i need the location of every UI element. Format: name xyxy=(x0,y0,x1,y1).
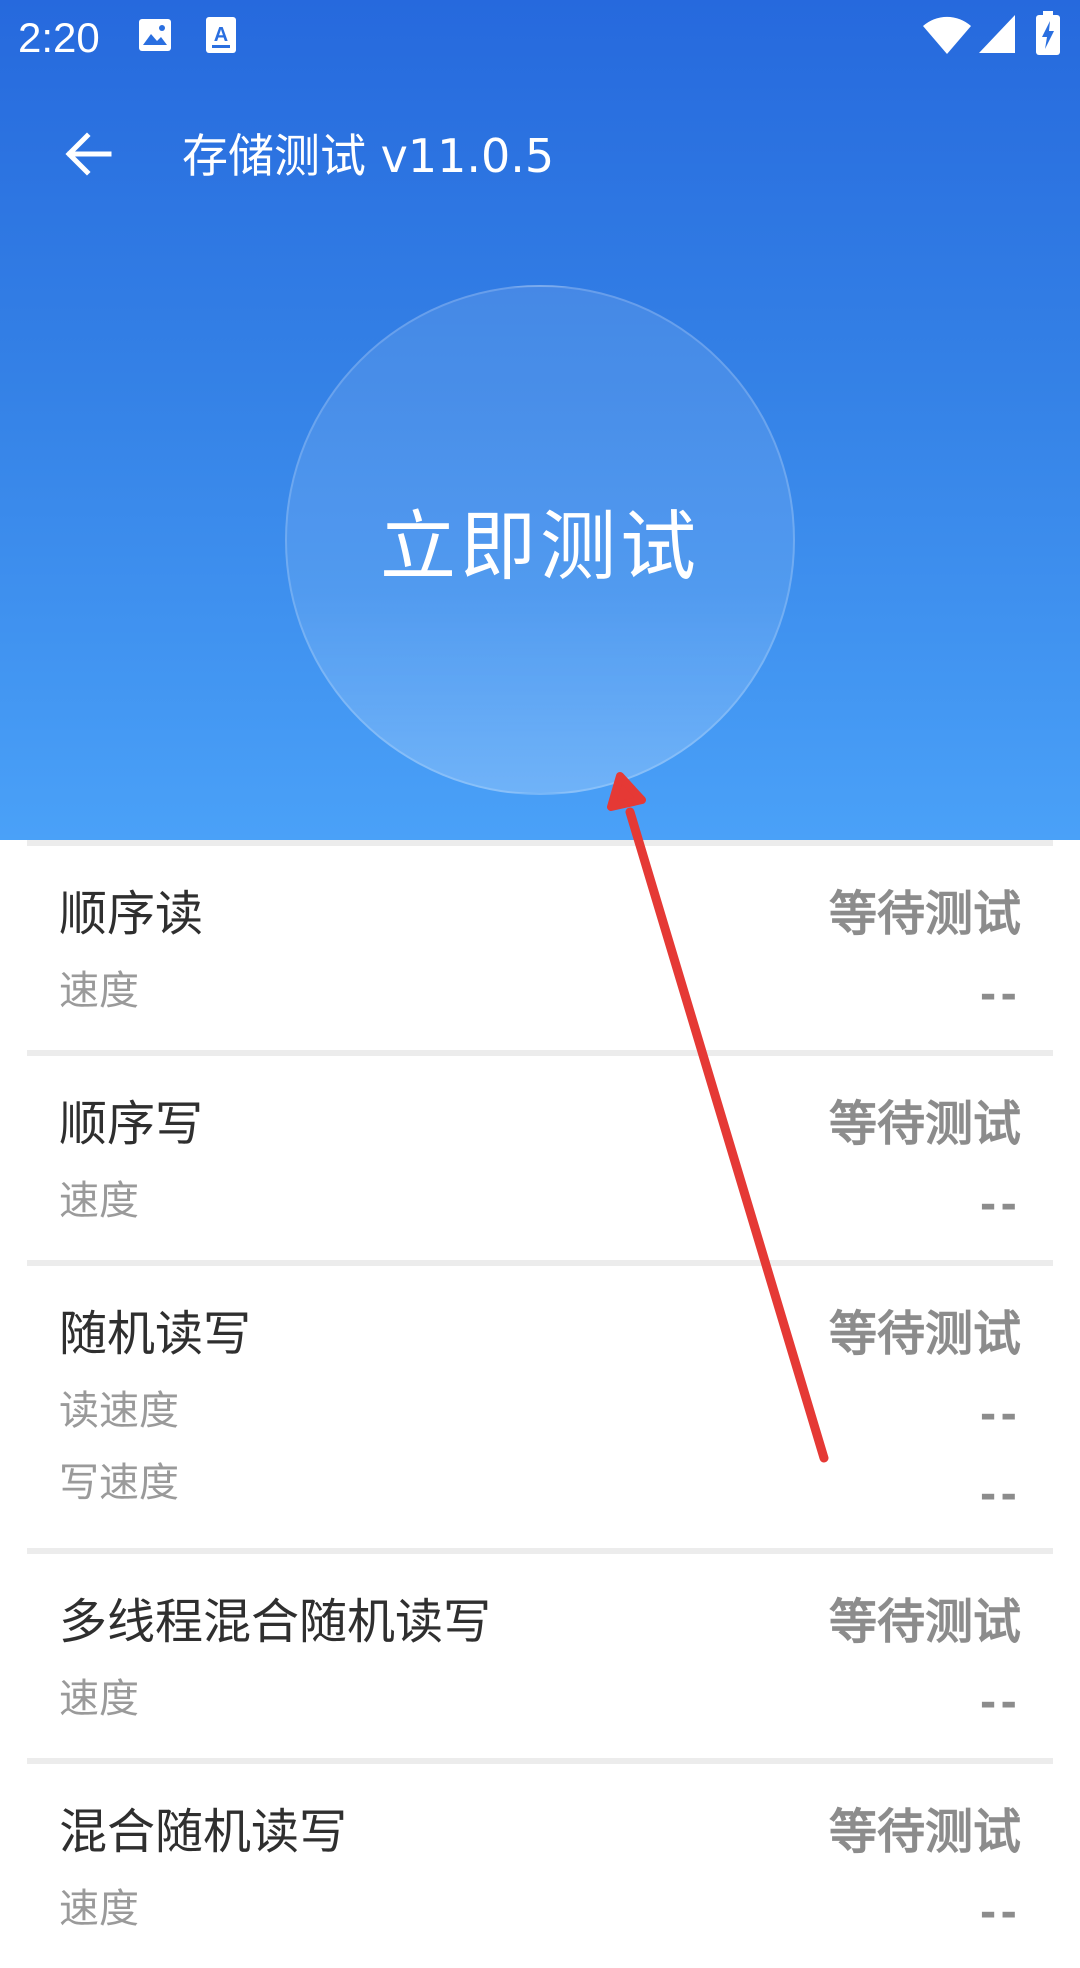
metric-value: -- xyxy=(979,1472,1021,1518)
test-status: 等待测试 xyxy=(828,886,1021,942)
test-status: 等待测试 xyxy=(828,1804,1021,1860)
test-item-mixed-random-rw[interactable]: 混合随机读写 等待测试 速度 -- xyxy=(27,1764,1053,1968)
metric-label: 速度 xyxy=(59,968,139,1014)
image-icon xyxy=(138,18,172,56)
back-button[interactable] xyxy=(48,116,128,196)
header-background: 2:20 A 存储测试 v11.0.5 立即测试 xyxy=(0,0,1080,840)
test-item-sequential-write[interactable]: 顺序写 等待测试 速度 -- xyxy=(27,1056,1053,1260)
test-status: 等待测试 xyxy=(828,1306,1021,1362)
start-test-label: 立即测试 xyxy=(380,502,700,591)
toolbar: 存储测试 v11.0.5 xyxy=(0,100,1080,212)
signal-icon xyxy=(978,14,1016,58)
test-item-sequential-read[interactable]: 顺序读 等待测试 速度 -- xyxy=(27,846,1053,1050)
a-badge-icon: A xyxy=(205,16,237,58)
test-list: 顺序读 等待测试 速度 -- 顺序写 等待测试 速度 -- 随机读写 等待测试 … xyxy=(0,840,1080,1968)
status-time: 2:20 xyxy=(18,14,100,61)
metric-label: 速度 xyxy=(59,1178,139,1224)
metric-value: -- xyxy=(979,1392,1021,1438)
svg-text:A: A xyxy=(214,24,228,46)
metric-label: 写速度 xyxy=(59,1460,179,1506)
test-title: 多线程混合随机读写 xyxy=(59,1594,492,1650)
arrow-left-icon xyxy=(63,132,113,180)
test-status: 等待测试 xyxy=(828,1096,1021,1152)
test-status: 等待测试 xyxy=(828,1594,1021,1650)
test-title: 随机读写 xyxy=(59,1306,252,1362)
metric-label: 速度 xyxy=(59,1676,139,1722)
page-title: 存储测试 v11.0.5 xyxy=(182,129,555,183)
metric-value: -- xyxy=(979,1182,1021,1228)
metric-value: -- xyxy=(979,972,1021,1018)
start-test-button[interactable]: 立即测试 xyxy=(285,285,795,795)
wifi-icon xyxy=(922,14,972,60)
metric-value: -- xyxy=(979,1680,1021,1726)
status-bar: 2:20 A xyxy=(0,0,1080,75)
test-title: 混合随机读写 xyxy=(59,1804,348,1860)
test-item-multithread-mixed-random-rw[interactable]: 多线程混合随机读写 等待测试 速度 -- xyxy=(27,1554,1053,1758)
test-title: 顺序读 xyxy=(59,886,204,942)
test-title: 顺序写 xyxy=(59,1096,204,1152)
metric-label: 速度 xyxy=(59,1886,139,1932)
battery-charging-icon xyxy=(1035,10,1061,60)
metric-label: 读速度 xyxy=(59,1388,179,1434)
test-item-random-rw[interactable]: 随机读写 等待测试 读速度 -- 写速度 -- xyxy=(27,1266,1053,1548)
metric-value: -- xyxy=(979,1890,1021,1936)
